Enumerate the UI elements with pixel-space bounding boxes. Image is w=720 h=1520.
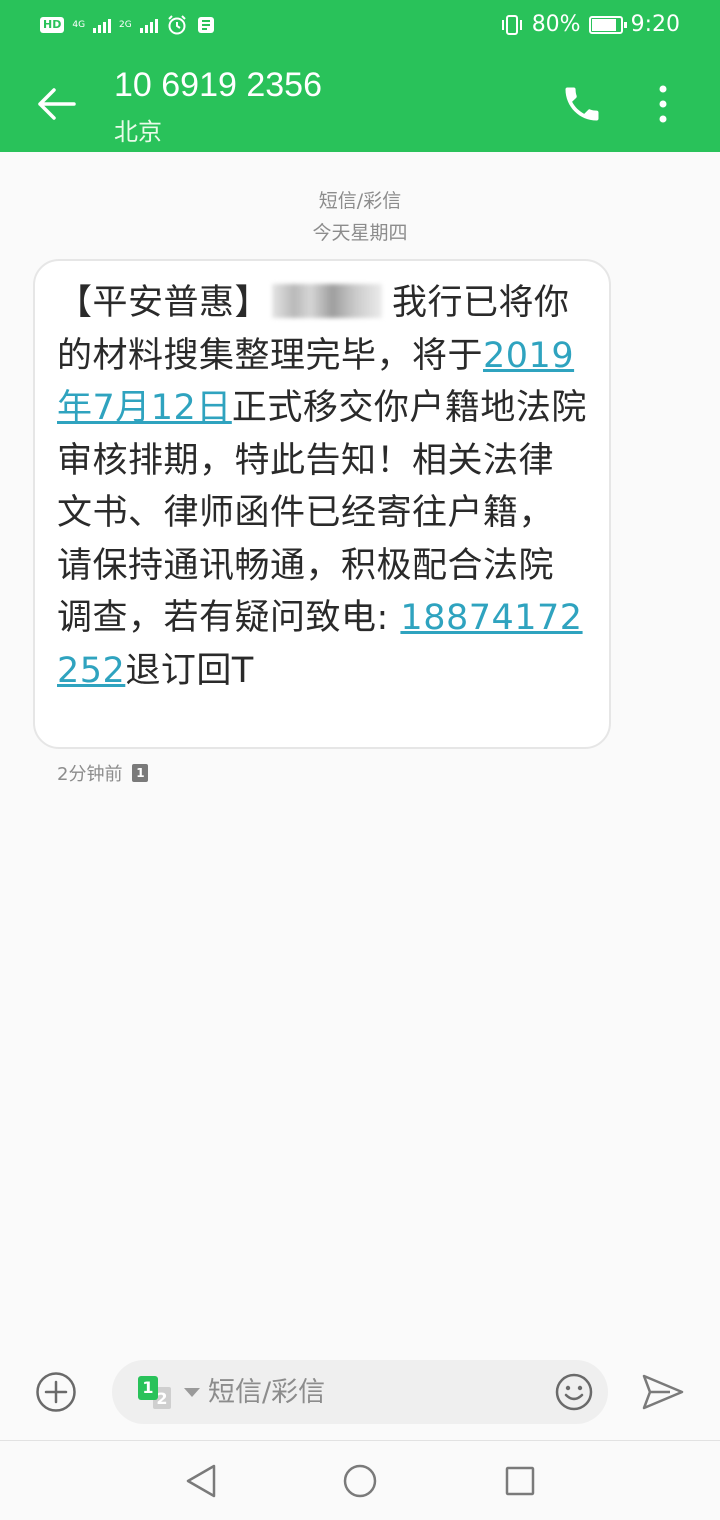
back-arrow-icon[interactable] [34, 82, 78, 126]
date-separator: 今天星期四 [312, 222, 408, 244]
system-navbar [0, 1441, 720, 1520]
hd-badge: HD [40, 17, 65, 33]
message-composer: 2 1 [112, 1360, 608, 1424]
message-body: 【平安普惠】 我行已将你的材料搜集整理完毕，将于2019年7月12日正式移交你户籍… [57, 277, 587, 697]
nav-recent-icon[interactable] [504, 1465, 536, 1497]
status-left: HD 4G 2G [40, 14, 216, 36]
status-right: 80% 9:20 [500, 12, 680, 37]
battery-icon [588, 15, 627, 34]
sim-card-icon: 1 [132, 764, 149, 782]
more-vertical-icon[interactable] [646, 82, 680, 126]
emoji-icon[interactable] [554, 1372, 594, 1412]
sim1-icon: 1 [138, 1376, 158, 1400]
signal-icon [93, 17, 112, 33]
message-timestamp: 2分钟前 1 [57, 760, 149, 786]
phone-icon[interactable] [560, 82, 604, 126]
message-input[interactable] [208, 1374, 538, 1410]
contact-number: 10 6919 2356 [114, 66, 322, 104]
contact-location: 北京 [114, 118, 162, 146]
alarm-icon [168, 15, 186, 35]
message-time: 2分钟前 [57, 764, 123, 785]
send-icon[interactable] [640, 1372, 686, 1412]
signal-icon-2 [139, 17, 158, 33]
nav-back-icon[interactable] [184, 1463, 218, 1499]
nav-home-icon[interactable] [342, 1463, 378, 1499]
network-4g: 4G [72, 20, 85, 30]
redacted-name [272, 284, 383, 318]
network-2g: 2G [119, 20, 132, 30]
message-prefix: 【平安普惠】 [57, 283, 271, 323]
sim-selector[interactable]: 2 1 [138, 1376, 178, 1410]
status-bar: HD 4G 2G 80% 9:20 [0, 0, 720, 56]
battery-percent: 80% [531, 12, 581, 37]
app-header: HD 4G 2G 80% 9:20 10 6919 2356 北京 [0, 0, 720, 152]
vibrate-icon [501, 14, 522, 35]
message-bubble[interactable]: 【平安普惠】 我行已将你的材料搜集整理完毕，将于2019年7月12日正式移交你户籍… [33, 259, 611, 749]
clock: 9:20 [630, 12, 680, 37]
network-4g-label: 4G [72, 20, 86, 30]
chevron-down-icon[interactable] [184, 1388, 200, 1397]
message-part3: 退订回T [125, 650, 254, 691]
add-circle-icon[interactable] [34, 1370, 78, 1414]
network-2g-label: 2G [119, 20, 132, 30]
book-icon [197, 17, 214, 33]
message-type-label: 短信/彩信 [318, 190, 402, 212]
